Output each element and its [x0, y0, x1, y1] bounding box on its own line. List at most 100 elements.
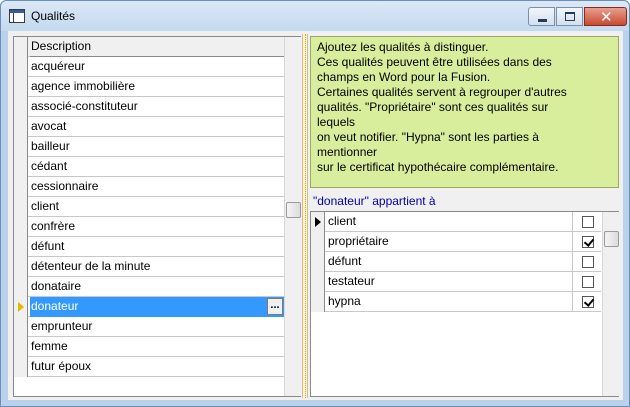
quality-description-cell[interactable]: cédant [30, 157, 284, 177]
quality-description-cell[interactable]: bailleur [30, 137, 284, 157]
quality-row[interactable]: acquéreur [14, 57, 284, 77]
quality-row[interactable]: bailleur [14, 137, 284, 157]
row-selector[interactable] [311, 252, 325, 272]
unchecked-checkbox[interactable] [582, 256, 594, 268]
header-row-selector [14, 37, 28, 57]
row-selector[interactable] [14, 337, 28, 357]
row-selector[interactable] [14, 237, 28, 257]
quality-description-cell[interactable]: client [30, 197, 284, 217]
row-selector[interactable] [311, 272, 325, 292]
quality-row[interactable]: détenteur de la minute [14, 257, 284, 277]
quality-row[interactable]: associé-constituteur [14, 97, 284, 117]
quality-row[interactable]: emprunteur [14, 317, 284, 337]
row-selector[interactable] [14, 357, 28, 377]
quality-description-cell[interactable]: détenteur de la minute [30, 257, 284, 277]
row-selector[interactable] [14, 137, 28, 157]
quality-row[interactable]: donataire [14, 277, 284, 297]
row-selector[interactable] [14, 77, 28, 97]
quality-description-cell[interactable]: donataire [30, 277, 284, 297]
belongs-to-label: "donateur" appartient à [313, 194, 436, 208]
checked-checkbox[interactable] [582, 236, 594, 248]
unchecked-checkbox[interactable] [582, 216, 594, 228]
window-client-area: Description acquéreur agence immobilière a… [8, 31, 623, 400]
quality-description-cell[interactable]: associé-constituteur [30, 97, 284, 117]
belongs-to-label-cell[interactable]: client [327, 212, 573, 232]
quality-row[interactable]: avocat [14, 117, 284, 137]
current-row-pointer-icon [315, 217, 321, 227]
belongs-to-check-cell[interactable] [574, 272, 601, 292]
quality-description-cell[interactable]: donateur [30, 297, 284, 317]
help-text-line: Ces qualités peuvent être utilisées dans… [317, 55, 552, 69]
belongs-to-grid: client propriétaire défunt testateur hypna [310, 211, 619, 397]
window-app-icon [9, 9, 25, 23]
row-selector[interactable] [14, 177, 28, 197]
help-text-line: qualités. "Propriétaire" sont ces qualit… [317, 100, 549, 114]
quality-description-cell[interactable]: emprunteur [30, 317, 284, 337]
belongs-to-row[interactable]: testateur [311, 272, 601, 292]
quality-row[interactable]: client [14, 197, 284, 217]
belongs-to-check-cell[interactable] [574, 232, 601, 252]
belongs-to-row[interactable]: client [311, 212, 601, 232]
belongs-to-grid-scrollbar[interactable] [602, 212, 619, 396]
quality-row[interactable]: futur époux [14, 357, 284, 377]
belongs-to-label-cell[interactable]: hypna [327, 292, 573, 312]
row-selector[interactable] [14, 197, 28, 217]
quality-row[interactable]: agence immobilière [14, 77, 284, 97]
quality-description-cell[interactable]: confrère [30, 217, 284, 237]
row-selector[interactable] [14, 217, 28, 237]
minimize-icon [538, 19, 547, 22]
belongs-to-check-cell[interactable] [574, 212, 601, 232]
belongs-to-row[interactable]: propriétaire [311, 232, 601, 252]
row-selector[interactable] [311, 212, 325, 232]
column-header-description[interactable]: Description [30, 37, 284, 57]
belongs-to-check-cell[interactable] [574, 292, 601, 312]
minimize-button[interactable] [528, 7, 555, 26]
row-selector[interactable] [14, 97, 28, 117]
help-text-line: lequels [317, 115, 356, 129]
ellipsis-button[interactable]: ... [267, 298, 283, 315]
qualities-grid-scrollbar[interactable] [284, 37, 301, 396]
help-text-line: Ajoutez les qualités à distinguer. [317, 40, 489, 54]
row-selector[interactable] [14, 277, 28, 297]
row-selector[interactable] [311, 292, 325, 312]
belongs-to-label-cell[interactable]: testateur [327, 272, 573, 292]
row-selector[interactable] [14, 297, 28, 317]
quality-row[interactable]: femme [14, 337, 284, 357]
row-selector[interactable] [14, 57, 28, 77]
quality-row[interactable]: cessionnaire [14, 177, 284, 197]
qualities-grid-scroll-thumb[interactable] [286, 202, 301, 218]
quality-description-cell[interactable]: futur époux [30, 357, 284, 377]
quality-description-cell[interactable]: défunt [30, 237, 284, 257]
help-text-line: on veut notifier. "Hypna" sont les parti… [317, 130, 539, 144]
panel-splitter[interactable] [302, 34, 308, 398]
row-selector[interactable] [14, 257, 28, 277]
quality-description-cell[interactable]: acquéreur [30, 57, 284, 77]
belongs-to-check-cell[interactable] [574, 252, 601, 272]
row-selector[interactable] [14, 157, 28, 177]
quality-row[interactable]: cédant [14, 157, 284, 177]
quality-row[interactable]: défunt [14, 237, 284, 257]
checked-checkbox[interactable] [582, 296, 594, 308]
close-button[interactable]: ✕ [584, 7, 627, 26]
row-selector[interactable] [14, 317, 28, 337]
quality-row[interactable]: donateur... [14, 297, 284, 317]
belongs-to-label-cell[interactable]: défunt [327, 252, 573, 272]
belongs-to-grid-scroll-thumb[interactable] [604, 231, 619, 247]
quality-description-cell[interactable]: femme [30, 337, 284, 357]
row-selector[interactable] [311, 232, 325, 252]
current-row-pointer-icon [18, 302, 24, 312]
close-icon: ✕ [600, 8, 613, 26]
row-selector[interactable] [14, 117, 28, 137]
quality-description-cell[interactable]: cessionnaire [30, 177, 284, 197]
quality-description-cell[interactable]: avocat [30, 117, 284, 137]
maximize-button[interactable] [556, 7, 583, 26]
belongs-to-row[interactable]: hypna [311, 292, 601, 312]
help-text-line: Certaines qualités servent à regrouper d… [317, 85, 567, 99]
title-bar[interactable]: Qualités ✕ [1, 1, 629, 31]
belongs-to-label-cell[interactable]: propriétaire [327, 232, 573, 252]
quality-row[interactable]: confrère [14, 217, 284, 237]
belongs-to-row[interactable]: défunt [311, 252, 601, 272]
maximize-icon [565, 12, 575, 21]
unchecked-checkbox[interactable] [582, 276, 594, 288]
quality-description-cell[interactable]: agence immobilière [30, 77, 284, 97]
